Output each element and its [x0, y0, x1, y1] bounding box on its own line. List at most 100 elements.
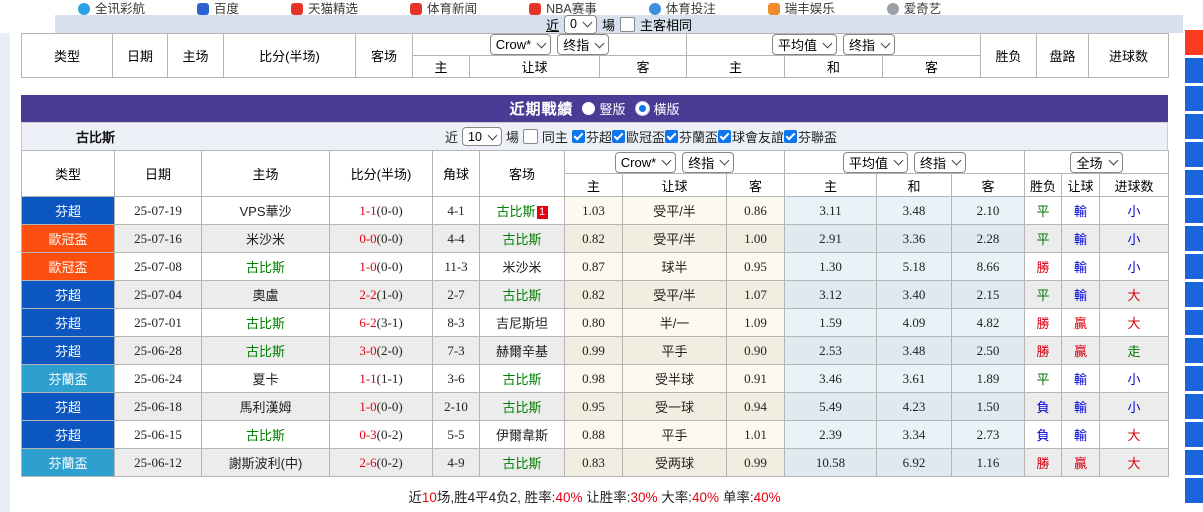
stats-line: 近10场,胜4平4负2, 胜率:40% 让胜率:30% 大率:40% 单率:40…	[21, 486, 1168, 506]
col-goals: 进球数	[1100, 174, 1169, 197]
rail-block-red[interactable]	[1185, 30, 1203, 55]
fulltime-score: 1-1	[359, 371, 376, 386]
league-filter[interactable]: 芬超	[572, 127, 612, 146]
odds-source-select[interactable]: 平均值	[772, 34, 837, 55]
rail-block[interactable]	[1185, 422, 1203, 447]
scope-select[interactable]: 全场	[1070, 152, 1122, 173]
odds-draw: 3.48	[877, 197, 952, 225]
layout-vertical-option[interactable]: 豎版	[582, 99, 625, 118]
match-row: 芬超25-06-28古比斯3-0(2-0)7-3赫爾辛基0.99平手0.902.…	[22, 337, 1169, 365]
same-home-away-checkbox[interactable]	[620, 17, 635, 32]
corner-score: 2-7	[433, 281, 480, 309]
rail-block[interactable]	[1185, 338, 1203, 363]
league-filter[interactable]: 芬聯盃	[784, 127, 837, 146]
handicap-odds-home: 0.82	[565, 281, 623, 309]
handicap-source-select[interactable]: Crow*	[615, 152, 676, 173]
corner-score: 5-5	[433, 421, 480, 449]
odds-draw: 3.48	[877, 337, 952, 365]
corner-score: 4-9	[433, 449, 480, 477]
bookmark-item[interactable]: 天猫精选	[291, 0, 358, 15]
live-badge[interactable]: 1	[537, 206, 548, 219]
match-score: 1-1(1-1)	[330, 365, 433, 393]
odds-away: 8.66	[952, 253, 1025, 281]
bookmark-item[interactable]: 爱奇艺	[887, 0, 942, 15]
league-type-cell: 歐冠盃	[22, 225, 115, 253]
bookmark-item[interactable]: 瑞丰娱乐	[768, 0, 835, 15]
layout-horizontal-option[interactable]: 橫版	[635, 99, 680, 118]
col-handicap-line: 让球	[470, 56, 600, 78]
league-filter[interactable]: 歐冠盃	[612, 127, 665, 146]
right-rail	[1185, 30, 1203, 503]
match-date: 25-06-28	[115, 337, 202, 365]
col-handicap-home: 主	[565, 174, 623, 197]
checkbox-checked-icon[interactable]	[572, 130, 585, 143]
away-team: 古比斯1	[480, 197, 565, 225]
handicap-final-select[interactable]: 终指	[557, 34, 609, 55]
rail-block[interactable]	[1185, 450, 1203, 475]
odds-final-select[interactable]: 终指	[914, 152, 966, 173]
halftime-score: (0-2)	[377, 427, 403, 442]
layout-horizontal-label: 橫版	[654, 99, 680, 118]
result-goals: 小	[1100, 393, 1169, 421]
rail-block[interactable]	[1185, 114, 1203, 139]
checkbox-checked-icon[interactable]	[718, 130, 731, 143]
radio-unselected-icon[interactable]	[582, 102, 595, 115]
bookmark-item[interactable]: 体育投注	[649, 0, 716, 15]
result-handicap: 輸	[1062, 225, 1100, 253]
league-type-cell: 芬蘭盃	[22, 449, 115, 477]
bookmark-item[interactable]: 百度	[197, 0, 239, 15]
handicap-final-select[interactable]: 终指	[682, 152, 734, 173]
bookmark-label: 体育新闻	[427, 0, 477, 15]
checkbox-checked-icon[interactable]	[784, 130, 797, 143]
odds-away: 4.82	[952, 309, 1025, 337]
handicap-source-select[interactable]: Crow*	[490, 34, 551, 55]
league-badge: 芬蘭盃	[22, 365, 114, 392]
bookmark-item[interactable]: 体育新闻	[410, 0, 477, 15]
odds-final-select[interactable]: 终指	[843, 34, 895, 55]
recent-results-banner: 近期戰績 豎版 橫版	[21, 95, 1168, 122]
rail-block[interactable]	[1185, 198, 1203, 223]
near-count-select[interactable]: 0	[564, 15, 597, 34]
handicap-line: 受两球	[623, 449, 727, 477]
filter-count-select[interactable]: 10	[462, 127, 502, 146]
rail-block[interactable]	[1185, 282, 1203, 307]
rail-block[interactable]	[1185, 478, 1203, 503]
checkbox-checked-icon[interactable]	[665, 130, 678, 143]
team-filter-bar: 古比斯 近 10 場 同主 芬超歐冠盃芬蘭盃球會友誼芬聯盃	[21, 122, 1168, 150]
odds-source-select[interactable]: 平均值	[843, 152, 908, 173]
rail-block[interactable]	[1185, 58, 1203, 83]
chevron-down-icon	[583, 18, 593, 28]
handicap-odds-home: 0.99	[565, 337, 623, 365]
fulltime-score: 0-0	[359, 231, 376, 246]
match-date: 25-07-16	[115, 225, 202, 253]
rail-block[interactable]	[1185, 86, 1203, 111]
rail-block[interactable]	[1185, 366, 1203, 391]
rail-block[interactable]	[1185, 142, 1203, 167]
match-score: 2-6(0-2)	[330, 449, 433, 477]
home-team: 謝斯波利(中)	[202, 449, 330, 477]
bookmark-label: 天猫精选	[308, 0, 358, 15]
chevron-down-icon	[662, 156, 672, 166]
away-team: 古比斯	[480, 365, 565, 393]
col-handicap-line: 让球	[623, 174, 727, 197]
bookmark-label: 全讯彩航	[95, 0, 145, 15]
bookmark-item[interactable]: 全讯彩航	[78, 0, 145, 15]
rail-block[interactable]	[1185, 170, 1203, 195]
rail-block[interactable]	[1185, 254, 1203, 279]
league-filter[interactable]: 芬蘭盃	[665, 127, 718, 146]
result-handicap: 輸	[1062, 281, 1100, 309]
match-date: 25-07-19	[115, 197, 202, 225]
rail-block[interactable]	[1185, 226, 1203, 251]
handicap-line: 受平/半	[623, 281, 727, 309]
rail-block[interactable]	[1185, 310, 1203, 335]
bookmark-item[interactable]: NBA赛事	[529, 0, 597, 15]
rail-block[interactable]	[1185, 394, 1203, 419]
handicap-odds-home: 0.82	[565, 225, 623, 253]
radio-selected-icon[interactable]	[635, 101, 650, 116]
league-filter[interactable]: 球會友誼	[718, 127, 784, 146]
home-team: 馬利漢姆	[202, 393, 330, 421]
same-home-checkbox[interactable]	[523, 129, 538, 144]
odds-draw: 3.36	[877, 225, 952, 253]
league-badge: 芬超	[22, 421, 114, 448]
checkbox-checked-icon[interactable]	[612, 130, 625, 143]
